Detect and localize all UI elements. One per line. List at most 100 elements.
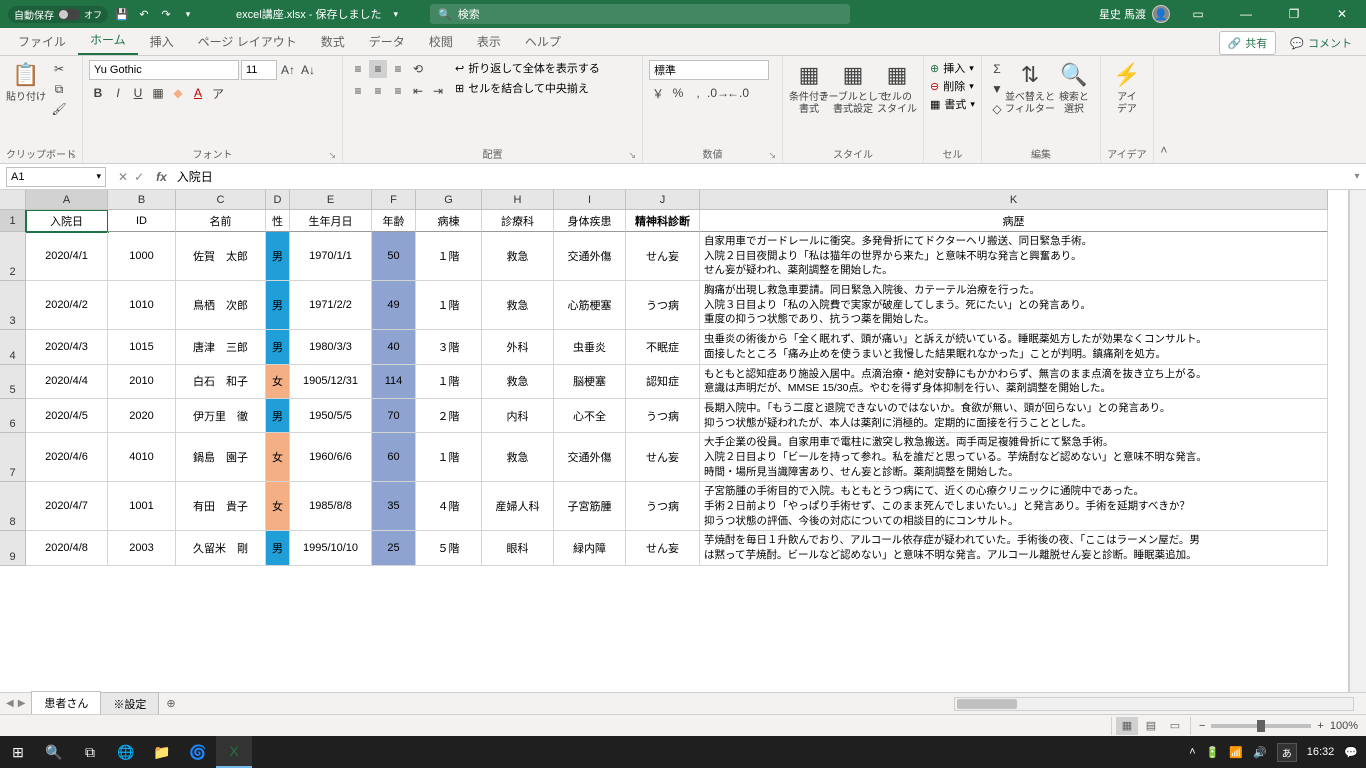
col-header-D[interactable]: D bbox=[266, 190, 290, 210]
data-cell[interactable]: せん妄 bbox=[626, 433, 700, 482]
align-center-icon[interactable]: ≡ bbox=[369, 82, 387, 100]
launcher-icon[interactable]: ↘ bbox=[328, 150, 336, 161]
header-cell[interactable]: 性 bbox=[266, 210, 290, 232]
excel-taskbar-icon[interactable]: X bbox=[216, 736, 252, 768]
sort-filter-button[interactable]: ⇅並べ替えと フィルター bbox=[1010, 60, 1050, 116]
redo-icon[interactable]: ↷ bbox=[158, 6, 174, 22]
number-format-select[interactable] bbox=[649, 60, 769, 80]
data-cell[interactable]: 1985/8/8 bbox=[290, 482, 372, 531]
data-cell[interactable]: ５階 bbox=[416, 531, 482, 565]
data-cell[interactable]: うつ病 bbox=[626, 281, 700, 330]
font-name-select[interactable] bbox=[89, 60, 239, 80]
delete-cells-button[interactable]: ⊖削除▾ bbox=[930, 78, 974, 94]
data-cell[interactable]: 久留米 剛 bbox=[176, 531, 266, 565]
bold-button[interactable]: B bbox=[89, 84, 107, 102]
align-middle-icon[interactable]: ≡ bbox=[369, 60, 387, 78]
tab-pagelayout[interactable]: ページ レイアウト bbox=[186, 28, 309, 55]
page-break-view-icon[interactable]: ▭ bbox=[1164, 717, 1186, 735]
wrap-text-button[interactable]: ↩折り返して全体を表示する bbox=[455, 60, 600, 76]
data-cell[interactable]: 男 bbox=[266, 531, 290, 565]
data-cell[interactable]: 緑内障 bbox=[554, 531, 626, 565]
indent-decrease-icon[interactable]: ⇤ bbox=[409, 82, 427, 100]
launcher-icon[interactable]: ↘ bbox=[768, 150, 776, 161]
col-header-A[interactable]: A bbox=[26, 190, 108, 210]
data-cell[interactable]: 25 bbox=[372, 531, 416, 565]
data-cell[interactable]: １階 bbox=[416, 433, 482, 482]
cell-styles-button[interactable]: ▦セルの スタイル bbox=[877, 60, 917, 116]
data-cell[interactable]: 自家用車でガードレールに衝突。多発骨折にてドクターヘリ搬送、同日緊急手術。入院２… bbox=[700, 232, 1328, 281]
data-cell[interactable]: １階 bbox=[416, 281, 482, 330]
col-header-I[interactable]: I bbox=[554, 190, 626, 210]
data-cell[interactable]: 4010 bbox=[108, 433, 176, 482]
col-header-G[interactable]: G bbox=[416, 190, 482, 210]
border-button[interactable]: ▦ bbox=[149, 84, 167, 102]
data-cell[interactable]: 1971/2/2 bbox=[290, 281, 372, 330]
data-cell[interactable]: 2010 bbox=[108, 365, 176, 399]
data-cell[interactable]: 長期入院中。「もう二度と退院できないのではないか。食欲が無い、頭が回らない」との… bbox=[700, 399, 1328, 433]
format-painter-icon[interactable]: 🖌 bbox=[50, 100, 68, 118]
data-cell[interactable]: 男 bbox=[266, 399, 290, 433]
horizontal-scrollbar[interactable] bbox=[954, 697, 1354, 711]
decrease-decimal-icon[interactable]: ←.0 bbox=[729, 84, 747, 102]
col-header-J[interactable]: J bbox=[626, 190, 700, 210]
data-cell[interactable]: 産婦人科 bbox=[482, 482, 554, 531]
data-cell[interactable]: 眼科 bbox=[482, 531, 554, 565]
header-cell[interactable]: 病歴 bbox=[700, 210, 1328, 232]
chrome-icon[interactable]: 🌐 bbox=[108, 736, 144, 768]
sheet-prev-icon[interactable]: ◀ bbox=[6, 698, 14, 709]
page-layout-view-icon[interactable]: ▤ bbox=[1140, 717, 1162, 735]
data-cell[interactable]: 60 bbox=[372, 433, 416, 482]
data-cell[interactable]: 114 bbox=[372, 365, 416, 399]
data-cell[interactable]: 救急 bbox=[482, 281, 554, 330]
tab-help[interactable]: ヘルプ bbox=[513, 28, 573, 55]
data-cell[interactable]: 1960/6/6 bbox=[290, 433, 372, 482]
header-cell[interactable]: ID bbox=[108, 210, 176, 232]
align-bottom-icon[interactable]: ≡ bbox=[389, 60, 407, 78]
col-header-K[interactable]: K bbox=[700, 190, 1328, 210]
data-cell[interactable]: 白石 和子 bbox=[176, 365, 266, 399]
header-cell[interactable]: 病棟 bbox=[416, 210, 482, 232]
data-cell[interactable]: うつ病 bbox=[626, 482, 700, 531]
normal-view-icon[interactable]: ▦ bbox=[1116, 717, 1138, 735]
data-cell[interactable]: 救急 bbox=[482, 232, 554, 281]
header-cell[interactable]: 生年月日 bbox=[290, 210, 372, 232]
increase-font-icon[interactable]: A↑ bbox=[279, 61, 297, 79]
sheet-tab-settings[interactable]: ※設定 bbox=[100, 692, 159, 715]
ribbon-display-icon[interactable]: ▭ bbox=[1178, 0, 1218, 28]
col-header-E[interactable]: E bbox=[290, 190, 372, 210]
data-cell[interactable]: 1010 bbox=[108, 281, 176, 330]
start-button[interactable]: ⊞ bbox=[0, 736, 36, 768]
tab-view[interactable]: 表示 bbox=[465, 28, 513, 55]
add-sheet-button[interactable]: ⊕ bbox=[158, 697, 183, 710]
tab-file[interactable]: ファイル bbox=[6, 28, 78, 55]
data-cell[interactable]: 2020/4/8 bbox=[26, 531, 108, 565]
clock[interactable]: 16:32 bbox=[1307, 746, 1335, 758]
data-cell[interactable]: 1980/3/3 bbox=[290, 330, 372, 364]
col-header-C[interactable]: C bbox=[176, 190, 266, 210]
data-cell[interactable]: 伊万里 徹 bbox=[176, 399, 266, 433]
autosave-toggle[interactable]: 自動保存 オフ bbox=[8, 6, 108, 23]
data-cell[interactable]: 1950/5/5 bbox=[290, 399, 372, 433]
qat-dropdown-icon[interactable]: ▾ bbox=[180, 6, 196, 22]
data-cell[interactable]: 佐賀 太郎 bbox=[176, 232, 266, 281]
select-all-corner[interactable] bbox=[0, 190, 26, 210]
data-cell[interactable]: 2020/4/5 bbox=[26, 399, 108, 433]
maximize-icon[interactable]: ❐ bbox=[1274, 0, 1314, 28]
data-cell[interactable]: 2020/4/6 bbox=[26, 433, 108, 482]
data-cell[interactable]: 内科 bbox=[482, 399, 554, 433]
data-cell[interactable]: 不眠症 bbox=[626, 330, 700, 364]
italic-button[interactable]: I bbox=[109, 84, 127, 102]
data-cell[interactable]: 2003 bbox=[108, 531, 176, 565]
data-cell[interactable]: 鳥栖 次郎 bbox=[176, 281, 266, 330]
header-cell[interactable]: 入院日 bbox=[26, 210, 108, 232]
notification-icon[interactable]: 💬 bbox=[1344, 746, 1358, 759]
decrease-font-icon[interactable]: A↓ bbox=[299, 61, 317, 79]
launcher-icon[interactable]: ↘ bbox=[68, 150, 76, 161]
enter-formula-icon[interactable]: ✓ bbox=[134, 170, 144, 184]
indent-increase-icon[interactable]: ⇥ bbox=[429, 82, 447, 100]
data-cell[interactable]: 1015 bbox=[108, 330, 176, 364]
data-cell[interactable]: 外科 bbox=[482, 330, 554, 364]
wifi-icon[interactable]: 📶 bbox=[1229, 746, 1243, 759]
data-cell[interactable]: もともと認知症あり施設入居中。点滴治療・絶対安静にもかかわらず、無言のまま点滴を… bbox=[700, 365, 1328, 399]
data-cell[interactable]: 男 bbox=[266, 330, 290, 364]
